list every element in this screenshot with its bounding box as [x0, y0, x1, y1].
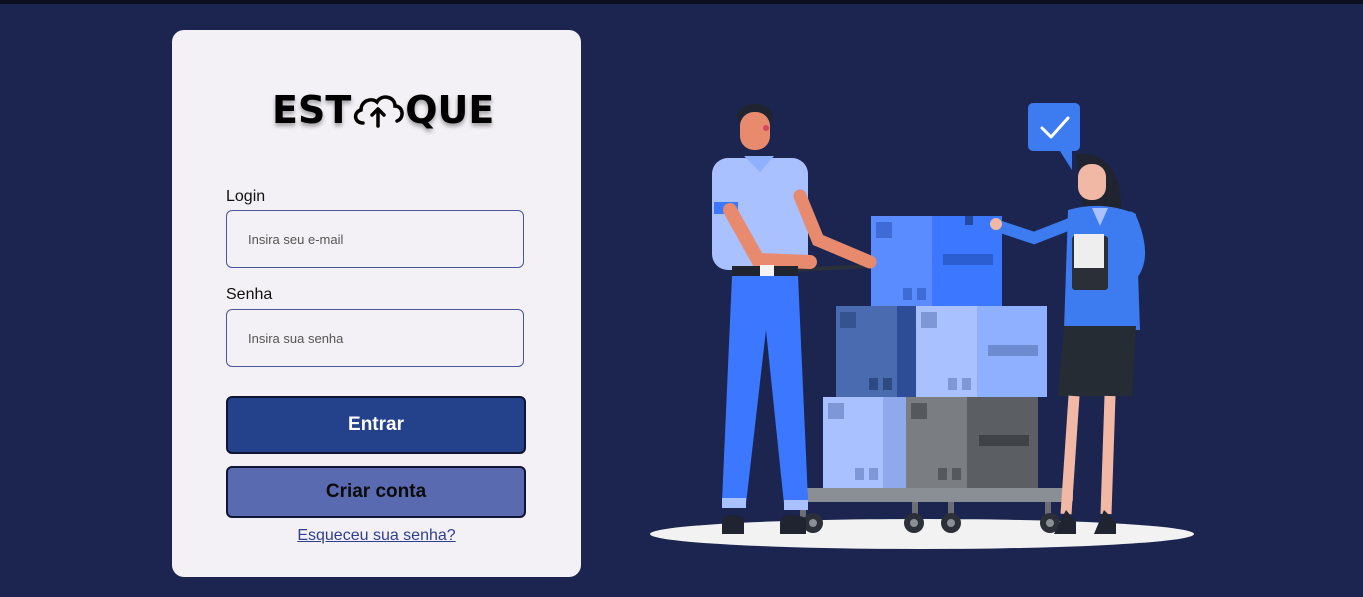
logo-text-right: QUE: [405, 88, 495, 132]
brand-logo: EST QUE: [272, 88, 494, 132]
login-label: Login: [226, 188, 266, 205]
email-input[interactable]: [226, 210, 524, 268]
login-card: EST QUE Login Senha Entrar Criar conta E…: [172, 30, 581, 577]
cloud-upload-icon: [351, 90, 405, 130]
warehouse-workers-boxes-illustration: [640, 90, 1200, 555]
forgot-password-link[interactable]: Esqueceu sua senha?: [172, 527, 581, 545]
logo-text-left: EST: [272, 88, 352, 132]
password-label: Senha: [226, 286, 273, 303]
login-button[interactable]: Entrar: [226, 396, 526, 454]
top-edge-bar: [0, 0, 1363, 4]
create-account-button[interactable]: Criar conta: [226, 466, 526, 518]
checkmark-icon: [1028, 103, 1080, 170]
password-input[interactable]: [226, 309, 524, 367]
